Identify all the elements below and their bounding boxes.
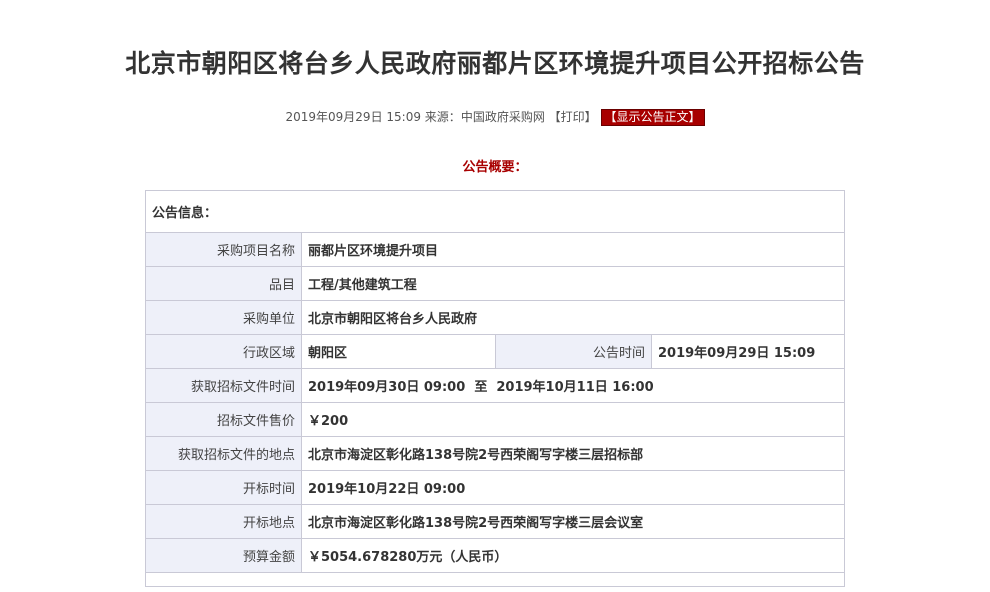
table-row: 行政区域 朝阳区 公告时间 2019年09月29日 15:09	[145, 334, 846, 369]
open-time-label: 开标时间	[145, 470, 302, 505]
announcement-info-table: 公告信息： 采购项目名称 丽都片区环境提升项目 品目 工程/其他建筑工程 采购单…	[144, 190, 846, 587]
announce-time-label: 公告时间	[495, 334, 652, 369]
info-section-row: 公告信息：	[144, 190, 846, 233]
source-name: 中国政府采购网	[460, 110, 545, 124]
table-row-partial	[144, 572, 846, 587]
page-title: 北京市朝阳区将台乡人民政府丽都片区环境提升项目公开招标公告	[125, 49, 865, 78]
purchaser-value: 北京市朝阳区将台乡人民政府	[300, 300, 846, 335]
cut-off-row	[144, 572, 846, 587]
doc-price-value: ￥200	[300, 402, 846, 437]
table-row: 品目 工程/其他建筑工程	[145, 266, 846, 301]
category-label: 品目	[145, 266, 302, 301]
open-time-value: 2019年10月22日 09:00	[300, 470, 846, 505]
table-row: 开标时间 2019年10月22日 09:00	[145, 470, 846, 505]
announcement-meta: 2019年09月29日 15:09 来源：中国政府采购网 【打印】 【显示公告正…	[0, 108, 990, 126]
doc-price-label: 招标文件售价	[145, 402, 302, 437]
show-announcement-body-button[interactable]: 【显示公告正文】	[600, 109, 705, 126]
doc-place-label: 获取招标文件的地点	[145, 436, 302, 471]
table-row: 获取招标文件的地点 北京市海淀区彰化路138号院2号西荣阁写字楼三层招标部	[145, 436, 846, 471]
source-label: 来源：	[424, 110, 461, 124]
publish-datetime: 2019年09月29日 15:09	[285, 110, 421, 124]
summary-heading: 公告概要：	[462, 160, 528, 175]
doc-place-value: 北京市海淀区彰化路138号院2号西荣阁写字楼三层招标部	[300, 436, 846, 471]
table-row: 预算金额 ￥5054.678280万元（人民币）	[145, 538, 846, 573]
budget-label: 预算金额	[145, 538, 302, 573]
purchaser-label: 采购单位	[145, 300, 302, 335]
budget-value: ￥5054.678280万元（人民币）	[300, 538, 846, 573]
doc-time-value: 2019年09月30日 09:00 至 2019年10月11日 16:00	[300, 368, 846, 403]
announce-time-value: 2019年09月29日 15:09	[650, 334, 846, 369]
open-place-value: 北京市海淀区彰化路138号院2号西荣阁写字楼三层会议室	[300, 504, 846, 539]
region-label: 行政区域	[145, 334, 302, 369]
print-link[interactable]: 【打印】	[549, 110, 597, 124]
table-row: 招标文件售价 ￥200	[145, 402, 846, 437]
info-section-label: 公告信息：	[144, 190, 846, 233]
doc-time-label: 获取招标文件时间	[145, 368, 302, 403]
table-row: 采购单位 北京市朝阳区将台乡人民政府	[145, 300, 846, 335]
region-value: 朝阳区	[301, 334, 496, 369]
table-row: 开标地点 北京市海淀区彰化路138号院2号西荣阁写字楼三层会议室	[145, 504, 846, 539]
open-place-label: 开标地点	[145, 504, 302, 539]
table-row: 获取招标文件时间 2019年09月30日 09:00 至 2019年10月11日…	[145, 368, 846, 403]
project-name-value: 丽都片区环境提升项目	[300, 232, 846, 267]
category-value: 工程/其他建筑工程	[300, 266, 846, 301]
table-row: 采购项目名称 丽都片区环境提升项目	[145, 232, 846, 267]
project-name-label: 采购项目名称	[145, 232, 302, 267]
